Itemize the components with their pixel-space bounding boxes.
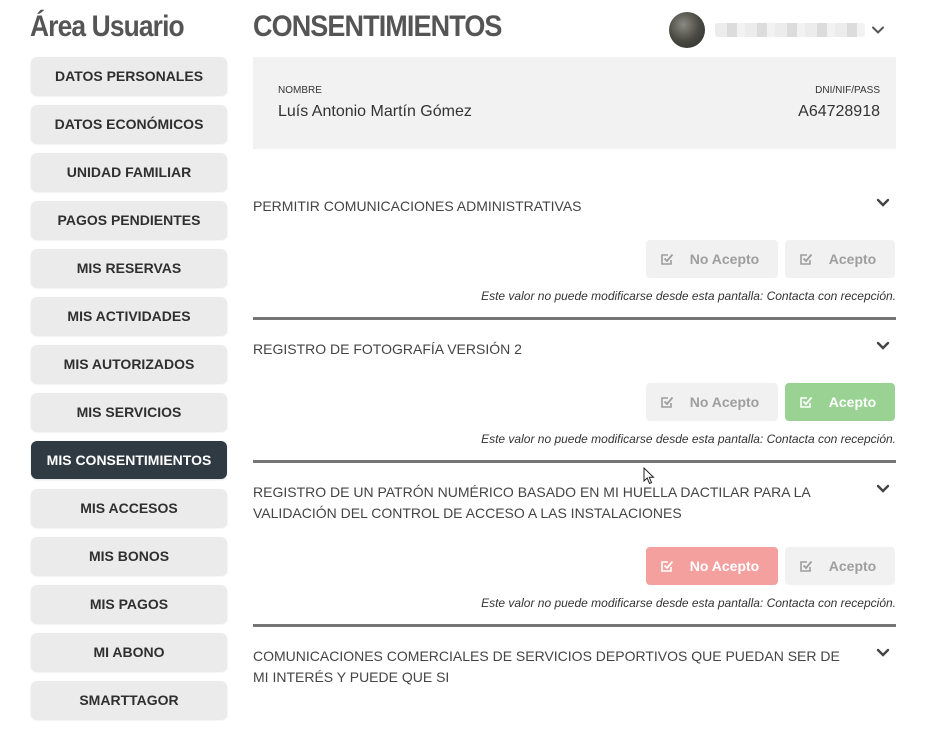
consent-title: COMUNICACIONES COMERCIALES DE SERVICIOS …: [253, 648, 840, 685]
sidebar-item-mis-accesos[interactable]: MIS ACCESOS: [31, 489, 227, 527]
section-divider: [253, 317, 896, 320]
acepto-label: Acepto: [828, 558, 877, 574]
chevron-down-icon[interactable]: [876, 196, 890, 210]
sidebar-menu: DATOS PERSONALES DATOS ECONÓMICOS UNIDAD…: [31, 57, 227, 729]
section-divider: [253, 460, 896, 463]
no-acepto-label: No Acepto: [689, 558, 760, 574]
consent-section: REGISTRO DE FOTOGRAFÍA VERSIÓN 2 No Acep…: [253, 339, 896, 465]
no-acepto-button[interactable]: No Acepto: [646, 547, 778, 585]
consent-section: PERMITIR COMUNICACIONES ADMINISTRATIVAS …: [253, 196, 896, 322]
sidebar-title: Área Usuario: [30, 10, 185, 43]
consent-note: Este valor no puede modificarse desde es…: [481, 432, 896, 446]
sidebar-item-datos-economicos[interactable]: DATOS ECONÓMICOS: [31, 105, 227, 143]
consent-title: REGISTRO DE UN PATRÓN NUMÉRICO BASADO EN…: [253, 484, 810, 521]
sidebar-item-mis-servicios[interactable]: MIS SERVICIOS: [31, 393, 227, 431]
consent-note: Este valor no puede modificarse desde es…: [481, 596, 896, 610]
consent-title: PERMITIR COMUNICACIONES ADMINISTRATIVAS: [253, 198, 582, 214]
sidebar-item-mis-pagos[interactable]: MIS PAGOS: [31, 585, 227, 623]
sidebar-item-smarttagor[interactable]: SMARTTAGOR: [31, 681, 227, 719]
no-acepto-button[interactable]: No Acepto: [646, 383, 778, 421]
sidebar-item-unidad-familiar[interactable]: UNIDAD FAMILIAR: [31, 153, 227, 191]
sidebar-item-mis-actividades[interactable]: MIS ACTIVIDADES: [31, 297, 227, 335]
acepto-label: Acepto: [828, 394, 877, 410]
sidebar-item-mis-bonos[interactable]: MIS BONOS: [31, 537, 227, 575]
name-label: NOMBRE: [278, 85, 322, 96]
sidebar-item-mis-consentimientos[interactable]: MIS CONSENTIMIENTOS: [31, 441, 227, 479]
consent-note: Este valor no puede modificarse desde es…: [481, 289, 896, 303]
sidebar-item-mis-autorizados[interactable]: MIS AUTORIZADOS: [31, 345, 227, 383]
chevron-down-icon[interactable]: [876, 482, 890, 496]
consent-section: REGISTRO DE UN PATRÓN NUMÉRICO BASADO EN…: [253, 482, 896, 630]
acepto-label: Acepto: [828, 251, 877, 267]
page-title: CONSENTIMIENTOS: [253, 10, 502, 43]
id-label: DNI/NIF/PASS: [815, 85, 880, 96]
section-divider: [253, 624, 896, 627]
avatar[interactable]: [669, 12, 705, 48]
name-value: Luís Antonio Martín Gómez: [278, 103, 472, 120]
sidebar-item-mi-abono[interactable]: MI ABONO: [31, 633, 227, 671]
checkbox-check-icon: [800, 253, 813, 265]
profile-card: NOMBRE Luís Antonio Martín Gómez DNI/NIF…: [253, 57, 896, 149]
chevron-down-icon[interactable]: [876, 339, 890, 353]
sidebar-item-datos-personales[interactable]: DATOS PERSONALES: [31, 57, 227, 95]
checkbox-check-icon: [661, 560, 674, 572]
consent-title: REGISTRO DE FOTOGRAFÍA VERSIÓN 2: [253, 341, 522, 357]
sidebar-item-mis-reservas[interactable]: MIS RESERVAS: [31, 249, 227, 287]
checkbox-check-icon: [661, 253, 674, 265]
checkbox-check-icon: [800, 396, 813, 408]
user-menu[interactable]: [669, 12, 899, 48]
checkbox-check-icon: [661, 396, 674, 408]
consent-section: COMUNICACIONES COMERCIALES DE SERVICIOS …: [253, 646, 896, 697]
acepto-button[interactable]: Acepto: [785, 383, 895, 421]
id-value: A64728918: [798, 103, 880, 120]
username-redacted: [715, 23, 865, 37]
no-acepto-label: No Acepto: [689, 394, 760, 410]
no-acepto-label: No Acepto: [689, 251, 760, 267]
acepto-button[interactable]: Acepto: [785, 547, 895, 585]
chevron-down-icon[interactable]: [876, 646, 890, 660]
mouse-cursor-icon: [643, 467, 655, 485]
no-acepto-button[interactable]: No Acepto: [646, 240, 778, 278]
acepto-button[interactable]: Acepto: [785, 240, 895, 278]
chevron-down-icon[interactable]: [871, 23, 885, 37]
sidebar-item-pagos-pendientes[interactable]: PAGOS PENDIENTES: [31, 201, 227, 239]
checkbox-check-icon: [800, 560, 813, 572]
